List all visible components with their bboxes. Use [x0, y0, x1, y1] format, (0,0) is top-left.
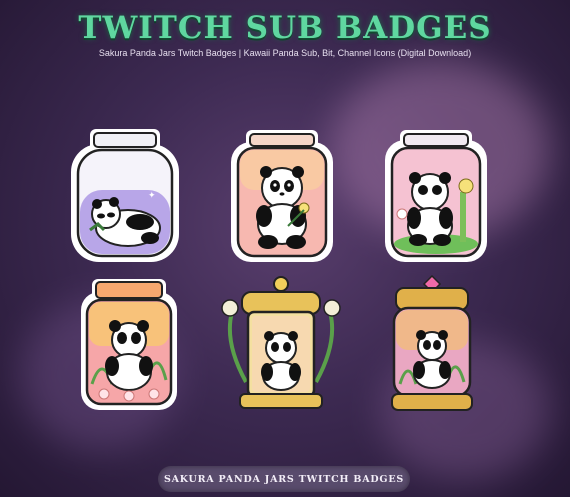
badge-sunset-panda	[78, 276, 180, 414]
badge-sleeping-panda: ✦	[68, 126, 182, 266]
badge-golden-lantern	[214, 272, 348, 418]
panda-bamboo-jar-icon	[385, 130, 487, 262]
golden-lantern-panda-icon	[221, 276, 341, 409]
footer-label: SAKURA PANDA JARS TWITCH BADGES	[163, 473, 405, 485]
badge-gem-jar	[384, 274, 480, 416]
badge-panda-bamboo	[382, 126, 490, 266]
sleeping-panda-jar-icon: ✦	[71, 129, 179, 262]
page-title: TWITCH SUB BADGES	[78, 10, 492, 46]
gem-jar-panda-icon	[391, 274, 473, 411]
sunset-panda-jar-icon	[81, 279, 177, 410]
svg-text:✦: ✦	[148, 191, 156, 201]
page-subtitle: Sakura Panda Jars Twitch Badges | Kawaii…	[98, 48, 472, 58]
badge-panda-flower	[228, 126, 336, 266]
footer-banner: SAKURA PANDA JARS TWITCH BADGES	[158, 466, 410, 492]
panda-flower-jar-icon	[231, 130, 333, 262]
